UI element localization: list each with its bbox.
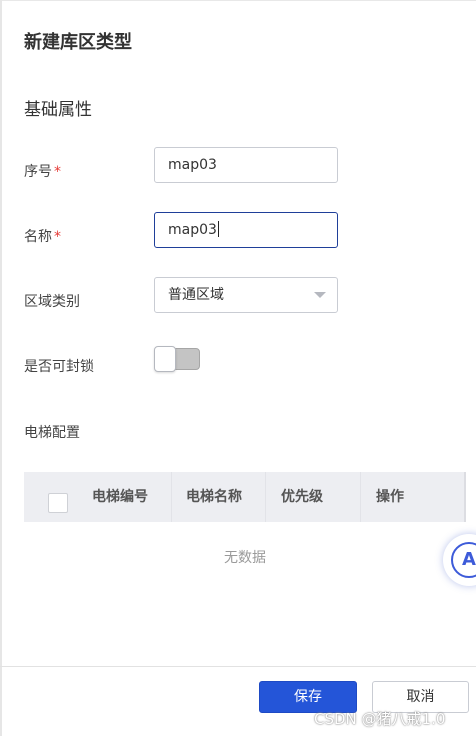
table-scroll-edge xyxy=(464,472,466,522)
seq-label: 序号 * xyxy=(24,161,61,181)
elevator-table-header: 电梯编号 电梯名称 优先级 操作 xyxy=(24,472,466,522)
section-basic-title: 基础属性 xyxy=(24,100,92,120)
left-edge xyxy=(0,0,2,736)
zone-type-value: 普通区域 xyxy=(168,287,224,303)
elevator-section-label: 电梯配置 xyxy=(24,425,80,441)
lockable-label: 是否可封锁 xyxy=(24,359,94,375)
name-label: 名称 * xyxy=(24,226,61,246)
col-actions: 操作 xyxy=(376,489,404,505)
text-caret xyxy=(217,220,219,237)
chevron-down-icon xyxy=(314,292,326,298)
top-divider xyxy=(0,0,476,1)
name-input[interactable]: map03 xyxy=(154,212,338,248)
empty-state-text: 无数据 xyxy=(224,550,266,566)
name-label-text: 名称 xyxy=(24,229,52,245)
col-elevator-id: 电梯编号 xyxy=(24,472,172,522)
seq-input-value: map03 xyxy=(168,157,217,173)
toggle-knob[interactable] xyxy=(154,346,176,372)
seq-label-text: 序号 xyxy=(24,164,52,180)
required-mark: * xyxy=(54,229,61,245)
watermark: CSDN @猪八戒1.0 xyxy=(314,710,446,728)
seq-input[interactable]: map03 xyxy=(154,147,338,183)
dialog-title: 新建库区类型 xyxy=(24,32,132,53)
col-elevator-name: 电梯名称 xyxy=(172,472,266,522)
required-mark: * xyxy=(54,164,61,180)
assistant-icon: A xyxy=(451,542,476,578)
col-priority: 优先级 xyxy=(266,472,361,522)
assistant-float-button[interactable]: A xyxy=(443,534,476,586)
zone-type-select[interactable]: 普通区域 xyxy=(154,277,338,313)
zone-type-label: 区域类别 xyxy=(24,294,80,310)
name-input-value: map03 xyxy=(168,222,217,238)
footer-divider xyxy=(0,666,476,667)
lockable-toggle[interactable] xyxy=(154,346,200,372)
